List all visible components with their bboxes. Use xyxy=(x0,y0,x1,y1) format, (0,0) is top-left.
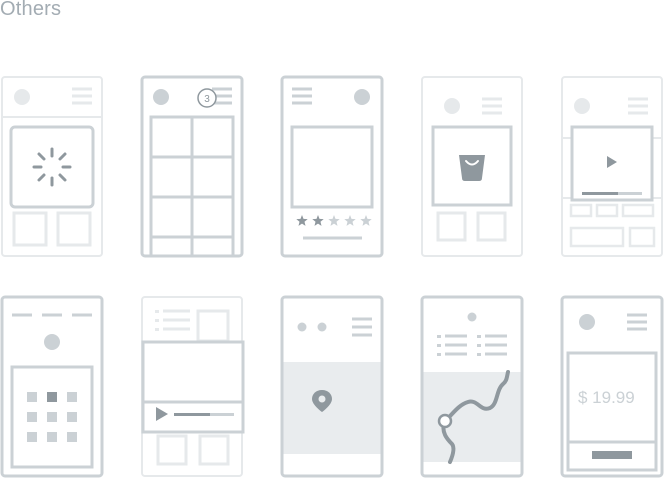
calendar-day[interactable] xyxy=(47,412,57,422)
card-video-popup[interactable] xyxy=(561,76,663,257)
card-shop-screen[interactable] xyxy=(421,76,523,257)
calendar-grid-icon[interactable] xyxy=(27,392,77,442)
pay-button[interactable] xyxy=(592,451,632,459)
card-loading-screen[interactable] xyxy=(1,76,103,257)
calendar-day[interactable] xyxy=(67,412,77,422)
calendar-day-selected[interactable] xyxy=(47,392,57,402)
calendar-day[interactable] xyxy=(27,412,37,422)
wireframe-gallery: 3 $ 19.99 xyxy=(0,75,664,478)
calendar-day[interactable] xyxy=(27,432,37,442)
map-area[interactable] xyxy=(423,372,521,462)
card-payment-screen[interactable]: $ 19.99 xyxy=(560,295,664,478)
card-calendar-screen[interactable] xyxy=(0,295,104,478)
calendar-day[interactable] xyxy=(47,432,57,442)
calendar-day[interactable] xyxy=(67,432,77,442)
notification-badge-count: 3 xyxy=(204,94,210,105)
video-progress[interactable] xyxy=(174,413,210,416)
card-video-player[interactable] xyxy=(141,296,245,477)
route-start-marker[interactable] xyxy=(437,413,453,429)
card-route-map[interactable] xyxy=(420,295,524,478)
price-label: $ 19.99 xyxy=(578,388,635,407)
video-progress[interactable] xyxy=(582,192,618,195)
card-location-map[interactable] xyxy=(280,295,384,478)
map-area[interactable] xyxy=(283,362,381,454)
calendar-day[interactable] xyxy=(67,392,77,402)
card-grid-gallery[interactable]: 3 xyxy=(140,75,244,258)
calendar-day[interactable] xyxy=(27,392,37,402)
card-rating-screen[interactable] xyxy=(280,75,384,258)
shopping-bag-icon xyxy=(459,155,485,181)
